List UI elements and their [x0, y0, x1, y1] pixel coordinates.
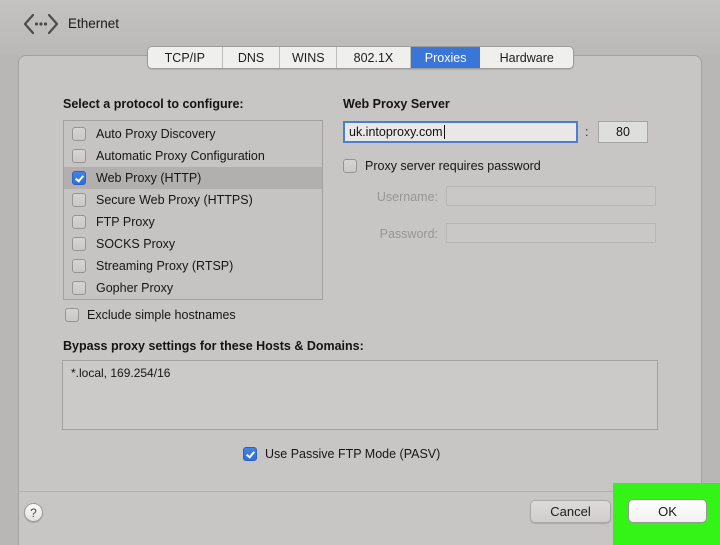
- bypass-hosts-textarea[interactable]: *.local, 169.254/16: [62, 360, 658, 430]
- username-label: Username:: [376, 190, 438, 204]
- proxy-port-input[interactable]: 80: [598, 121, 648, 143]
- checkbox-icon[interactable]: [72, 193, 86, 207]
- protocol-row[interactable]: SOCKS Proxy: [64, 233, 322, 255]
- checkbox-icon[interactable]: [72, 127, 86, 141]
- checkbox-icon[interactable]: [72, 259, 86, 273]
- checkbox-checked-icon[interactable]: [243, 447, 257, 461]
- server-input-value: uk.intoproxy.com: [349, 125, 443, 139]
- settings-tabbar: TCP/IP DNS WINS 802.1X Proxies Hardware: [147, 46, 574, 69]
- protocol-label: Secure Web Proxy (HTTPS): [96, 193, 253, 207]
- ok-button[interactable]: OK: [628, 499, 707, 523]
- tab-hardware[interactable]: Hardware: [480, 47, 573, 68]
- bypass-label: Bypass proxy settings for these Hosts & …: [63, 339, 364, 353]
- protocol-row[interactable]: Web Proxy (HTTP): [64, 167, 322, 189]
- tab-8021x[interactable]: 802.1X: [337, 47, 411, 68]
- protocol-row[interactable]: Streaming Proxy (RTSP): [64, 255, 322, 277]
- protocol-row[interactable]: Automatic Proxy Configuration: [64, 145, 322, 167]
- checkbox-icon[interactable]: [72, 215, 86, 229]
- checkbox-icon[interactable]: [72, 237, 86, 251]
- protocol-label: FTP Proxy: [96, 215, 155, 229]
- cancel-button[interactable]: Cancel: [530, 500, 611, 523]
- tab-proxies[interactable]: Proxies: [410, 47, 481, 68]
- protocol-label: Gopher Proxy: [96, 281, 174, 295]
- password-input[interactable]: [446, 223, 656, 243]
- connection-title: Ethernet: [68, 16, 120, 31]
- help-button[interactable]: ?: [24, 503, 43, 522]
- protocol-label: Automatic Proxy Configuration: [96, 149, 265, 163]
- protocol-label: Streaming Proxy (RTSP): [96, 259, 234, 273]
- protocol-row[interactable]: Auto Proxy Discovery: [64, 123, 322, 145]
- passive-ftp-label: Use Passive FTP Mode (PASV): [265, 447, 441, 461]
- protocol-row[interactable]: FTP Proxy: [64, 211, 322, 233]
- protocol-label: SOCKS Proxy: [96, 237, 176, 251]
- username-input[interactable]: [446, 186, 656, 206]
- tab-tcpip[interactable]: TCP/IP: [148, 47, 223, 68]
- port-input-value: 80: [616, 125, 630, 139]
- checkbox-checked-icon[interactable]: [72, 171, 86, 185]
- checkbox-icon[interactable]: [65, 308, 79, 322]
- protocol-label: Web Proxy (HTTP): [96, 171, 202, 185]
- footer-divider: [18, 491, 702, 492]
- annotation-highlight-box: OK: [613, 483, 720, 545]
- network-preferences-window: Ethernet TCP/IP DNS WINS 802.1X Proxies …: [0, 0, 720, 545]
- tab-dns[interactable]: DNS: [223, 47, 281, 68]
- ethernet-icon: [23, 13, 59, 35]
- checkbox-icon[interactable]: [343, 159, 357, 173]
- exclude-hostnames-checkbox[interactable]: Exclude simple hostnames: [65, 308, 236, 322]
- passive-ftp-checkbox[interactable]: Use Passive FTP Mode (PASV): [243, 447, 440, 461]
- web-proxy-server-label: Web Proxy Server: [343, 97, 450, 111]
- checkbox-icon[interactable]: [72, 149, 86, 163]
- protocol-row[interactable]: Gopher Proxy: [64, 277, 322, 299]
- requires-password-checkbox[interactable]: Proxy server requires password: [343, 159, 541, 173]
- password-label: Password:: [379, 227, 438, 241]
- exclude-hostnames-label: Exclude simple hostnames: [87, 308, 236, 322]
- protocol-row[interactable]: Secure Web Proxy (HTTPS): [64, 189, 322, 211]
- protocol-list: Auto Proxy Discovery Automatic Proxy Con…: [63, 120, 323, 300]
- requires-password-label: Proxy server requires password: [365, 159, 541, 173]
- tab-wins[interactable]: WINS: [280, 47, 338, 68]
- checkbox-icon[interactable]: [72, 281, 86, 295]
- text-cursor: [443, 125, 445, 139]
- protocol-list-label: Select a protocol to configure:: [63, 97, 244, 111]
- protocol-label: Auto Proxy Discovery: [96, 127, 216, 141]
- web-proxy-server-input[interactable]: uk.intoproxy.com: [343, 121, 578, 143]
- port-separator: :: [585, 125, 589, 139]
